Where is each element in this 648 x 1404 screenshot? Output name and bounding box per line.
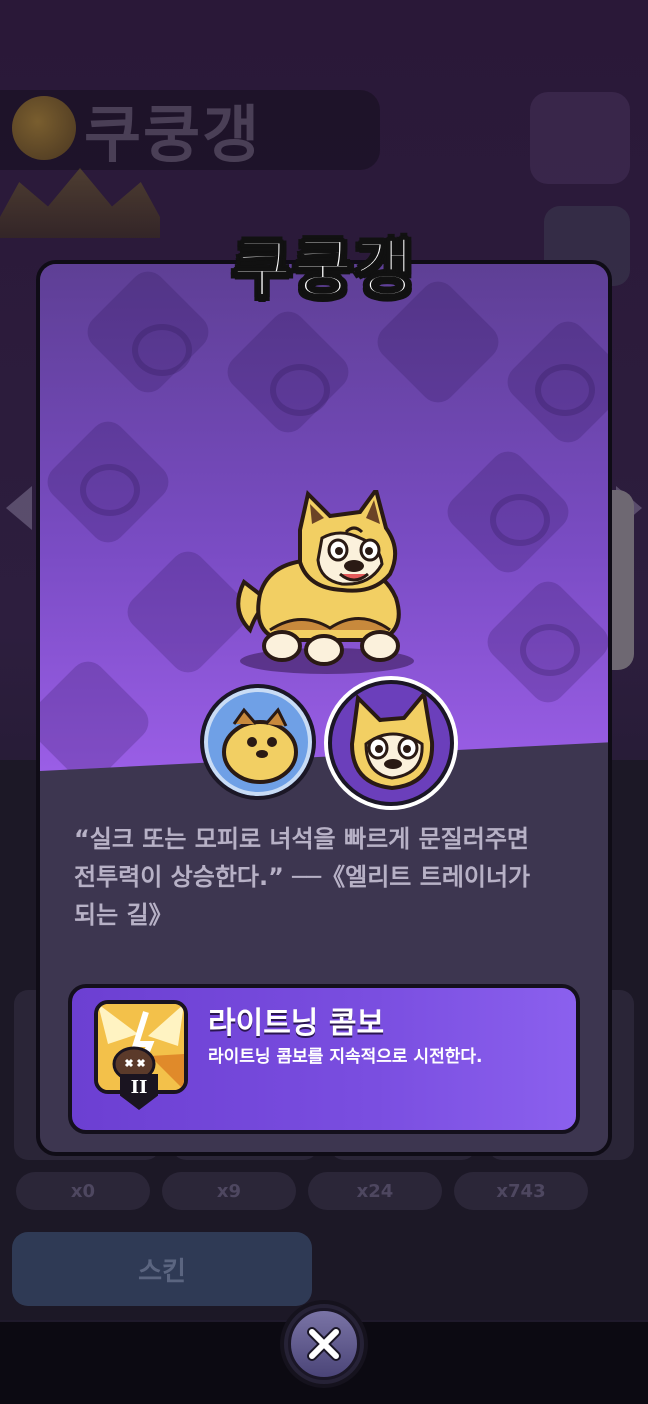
- prev-arrow-icon: [6, 486, 32, 530]
- coin-icon: [12, 96, 76, 160]
- pet-quote: “실크 또는 모피로 녀석을 빠르게 문질러주면 전투력이 상승한다.” ──《…: [74, 820, 574, 934]
- count-pill: x24: [308, 1172, 442, 1210]
- skin-round-pet-icon: [222, 707, 298, 784]
- background-menu-button: [530, 92, 630, 184]
- skill-description: 라이트닝 콤보를 지속적으로 시전한다.: [208, 1047, 483, 1067]
- skin-button: 스킨: [12, 1232, 312, 1306]
- count-pill: x9: [162, 1172, 296, 1210]
- count-pill: x743: [454, 1172, 588, 1210]
- close-icon: [307, 1327, 341, 1361]
- quote-line: “실크 또는 모피로 녀석을 빠르게 문질러주면: [74, 825, 529, 853]
- skill-name: 라이트닝 콤보: [208, 1006, 385, 1041]
- close-button[interactable]: [280, 1300, 368, 1388]
- close-button-face: [288, 1308, 360, 1380]
- modal-title: 쿠쿵갱: [232, 232, 416, 308]
- skin-portrait-pet-icon: [349, 689, 435, 791]
- background-title: 쿠쿵갱: [84, 98, 262, 171]
- count-pill: x0: [16, 1172, 150, 1210]
- quote-line: 전투력이 상승한다.” ──《엘리트 트레이너가: [74, 863, 531, 891]
- skin-option-2-selected[interactable]: [328, 680, 454, 806]
- skin-option-1[interactable]: [200, 684, 316, 800]
- quote-line: 되는 길》: [74, 901, 173, 929]
- pet-character-icon: [236, 490, 401, 666]
